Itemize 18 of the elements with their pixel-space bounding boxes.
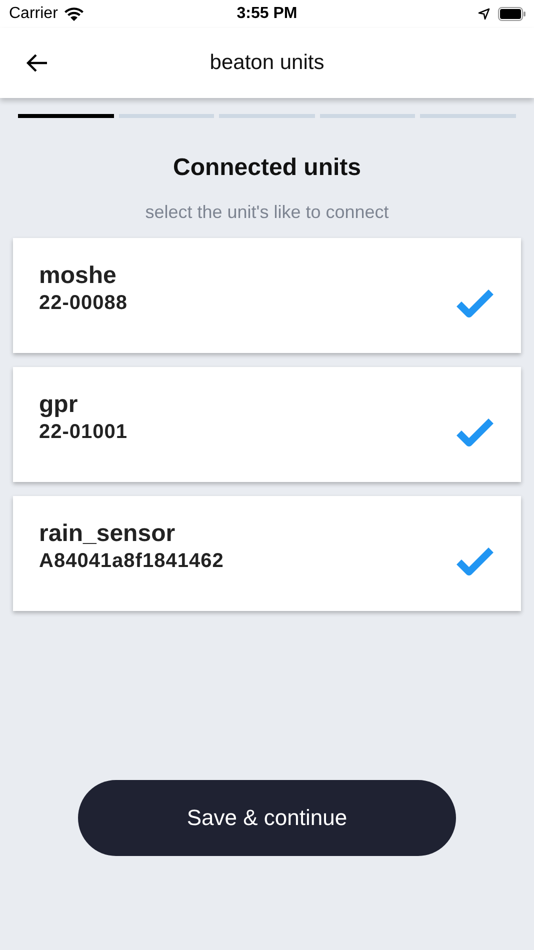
- wifi-icon: [64, 6, 84, 22]
- carrier-name: Carrier: [9, 5, 58, 23]
- unit-name: gpr: [39, 391, 79, 419]
- unit-id: A84041a8f1841462: [39, 550, 224, 573]
- unit-name: moshe: [39, 262, 118, 290]
- screen-title: beaton units: [208, 51, 326, 75]
- unit-id: 22-01001: [39, 421, 128, 444]
- unit-card[interactable]: gpr 22-01001: [13, 367, 521, 482]
- location-arrow-icon: [478, 8, 490, 20]
- section-heading: Connected units: [172, 154, 362, 182]
- unit-card[interactable]: rain_sensor A84041a8f1841462: [13, 496, 521, 611]
- section-subtitle: select the unit's like to connect: [144, 202, 390, 223]
- unit-card[interactable]: moshe 22-00088: [13, 238, 521, 353]
- save-continue-button[interactable]: Save & continue: [78, 780, 456, 856]
- unit-name: rain_sensor: [39, 520, 176, 548]
- unit-id: 22-00088: [39, 292, 128, 315]
- battery-icon: [498, 7, 526, 21]
- status-time: 3:55 PM: [236, 5, 298, 23]
